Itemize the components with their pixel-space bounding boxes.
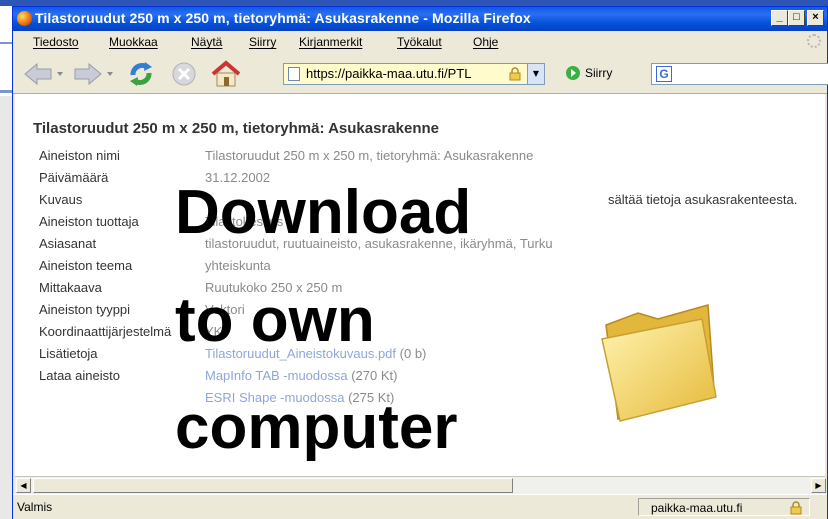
scrollbar-thumb[interactable] [33,478,513,493]
field-value: yhteiskunta [205,258,271,273]
navigation-toolbar: https://paikka-maa.utu.fi/PTL ▼ Siirry G [13,53,828,94]
menu-tyokalut[interactable]: Työkalut [397,35,442,49]
field-label: Aineiston tyyppi [39,302,131,317]
field-label: Aineiston teema [39,258,133,273]
window-title: Tilastoruudut 250 m x 250 m, tietoryhmä:… [35,10,531,26]
status-bar: Valmis paikka-maa.utu.fi [13,494,827,519]
download-link[interactable]: MapInfo TAB -muodossa (270 Kt) [205,368,397,383]
folder-icon [601,304,717,422]
search-input[interactable]: G [651,63,828,85]
field-label: Kuvaus [39,192,83,207]
go-button-label[interactable]: Siirry [585,66,612,80]
file-size: (270 Kt) [347,368,398,383]
overlay-caption-line-2: to own [175,286,375,355]
status-host-panel: paikka-maa.utu.fi [638,498,810,516]
field-value: sältää tietoja asukasrakenteesta. [608,192,798,207]
scroll-left-arrow-icon[interactable]: ◀ [16,478,31,493]
field-label: Koordinaattijärjestelmä [39,324,172,339]
menu-kirjanmerkit[interactable]: Kirjanmerkit [299,35,362,49]
menu-nayta[interactable]: Näytä [191,35,222,49]
overlay-caption-line-3: computer [175,393,458,462]
home-icon[interactable] [209,59,243,89]
field-label: Lisätietoja [39,346,98,361]
menu-tiedosto[interactable]: Tiedosto [33,35,79,49]
field-label: Lataa aineisto [39,368,120,383]
field-label: Asiasanat [39,236,97,251]
title-bar[interactable]: Tilastoruudut 250 m x 250 m, tietoryhmä:… [13,7,827,31]
status-text: Valmis [17,500,53,514]
minimize-button[interactable]: _ [771,10,788,26]
menu-siirry[interactable]: Siirry [249,35,276,49]
field-value: Tilastoruudut 250 m x 250 m, tietoryhmä:… [205,148,534,163]
url-bar[interactable]: https://paikka-maa.utu.fi/PTL ▼ [283,63,545,85]
url-dropdown-button[interactable]: ▼ [527,64,544,84]
field-label: Mittakaava [39,280,102,295]
background-divider [0,90,12,93]
maximize-button[interactable]: □ [788,10,805,26]
link-text[interactable]: MapInfo TAB -muodossa [205,368,348,383]
field-label: Aineiston tuottaja [39,214,139,229]
forward-icon[interactable] [71,59,115,89]
menu-ohje[interactable]: Ohje [473,35,498,49]
overlay-caption-line-1: Download [175,178,472,247]
field-label: Aineiston nimi [39,148,120,163]
status-host: paikka-maa.utu.fi [651,501,743,515]
background-divider [0,42,12,44]
field-label: Päivämäärä [39,170,109,185]
page-icon [288,67,300,81]
reload-icon[interactable] [125,59,157,89]
menu-muokkaa[interactable]: Muokkaa [109,35,158,49]
lock-icon[interactable] [789,501,803,515]
menu-bar: Tiedosto Muokkaa Näytä Siirry Kirjanmerk… [13,31,827,53]
firefox-window: Tilastoruudut 250 m x 250 m, tietoryhmä:… [12,6,828,519]
throbber-icon [807,34,821,48]
back-icon[interactable] [21,59,65,89]
go-icon[interactable] [565,65,581,81]
stop-icon[interactable] [169,59,199,89]
close-button[interactable]: × [807,10,824,26]
scroll-right-arrow-icon[interactable]: ▶ [811,478,826,493]
horizontal-scrollbar[interactable]: ◀ ▶ [15,476,826,494]
firefox-icon [17,11,32,26]
google-icon[interactable]: G [656,66,672,82]
page-title: Tilastoruudut 250 m x 250 m, tietoryhmä:… [33,120,439,137]
file-size: (0 b) [396,346,427,361]
lock-icon[interactable] [508,67,522,81]
url-text: https://paikka-maa.utu.fi/PTL [306,66,472,81]
